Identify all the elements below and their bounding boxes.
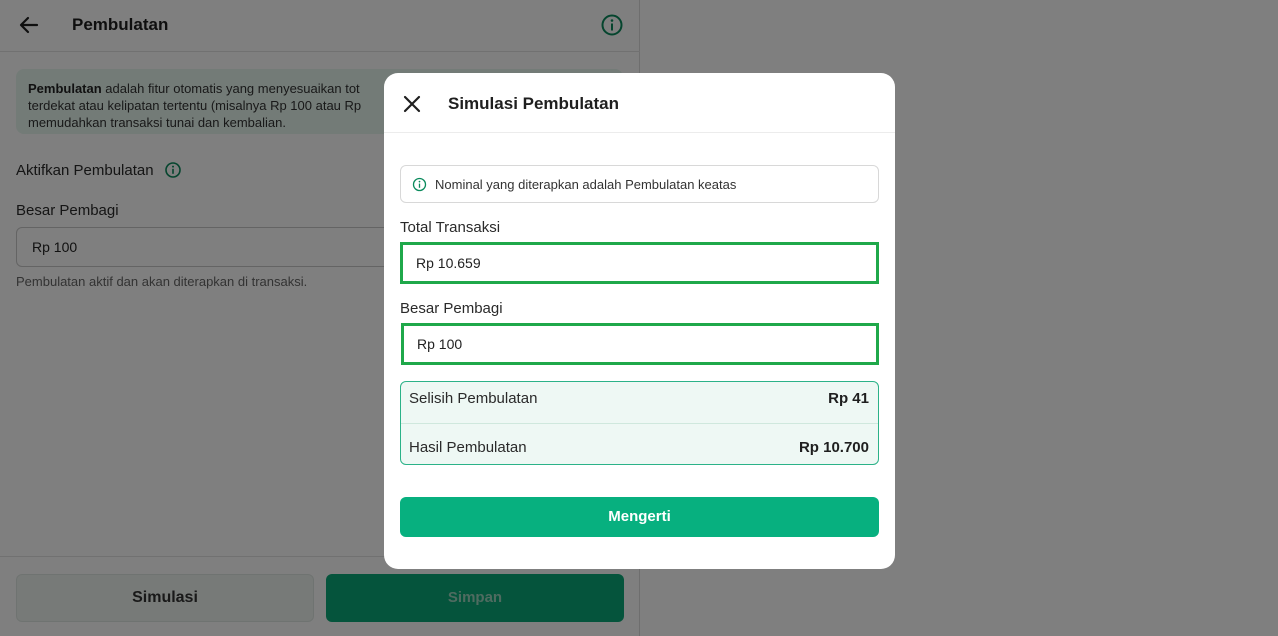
difference-row: Selisih Pembulatan Rp 41 <box>401 382 878 424</box>
total-transaction-input[interactable]: Rp 10.659 <box>400 242 879 284</box>
result-label: Hasil Pembulatan <box>409 439 527 456</box>
rounding-note: Nominal yang diterapkan adalah Pembulata… <box>400 165 879 203</box>
understood-button[interactable]: Mengerti <box>400 497 879 537</box>
divider-input[interactable]: Rp 100 <box>401 323 879 365</box>
simulation-modal: Simulasi Pembulatan Nominal yang diterap… <box>384 73 895 569</box>
modal-header: Simulasi Pembulatan <box>384 73 895 133</box>
difference-label: Selisih Pembulatan <box>409 390 538 407</box>
difference-value: Rp 41 <box>828 390 869 407</box>
result-value: Rp 10.700 <box>798 439 869 456</box>
total-transaction-label: Total Transaksi <box>400 219 501 236</box>
modal-title: Simulasi Pembulatan <box>448 94 619 113</box>
close-icon[interactable] <box>401 93 423 115</box>
result-row: Hasil Pembulatan Rp 10.700 <box>401 424 878 465</box>
info-icon <box>412 177 427 191</box>
note-text: Nominal yang diterapkan adalah Pembulata… <box>435 176 737 192</box>
result-box: Selisih Pembulatan Rp 41 Hasil Pembulata… <box>400 381 879 465</box>
divider-label: Besar Pembagi <box>400 300 503 317</box>
